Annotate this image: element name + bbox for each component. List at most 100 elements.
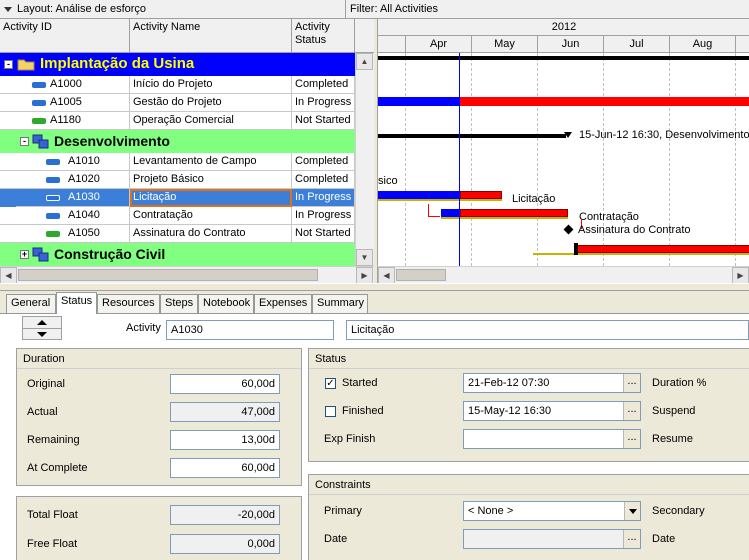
total-float-field: -20,00d bbox=[170, 505, 280, 525]
dropdown-button[interactable] bbox=[624, 502, 640, 520]
duration-title: Duration bbox=[17, 349, 301, 369]
wbs-row-implantacao[interactable]: - Implantação da Usina bbox=[0, 53, 355, 76]
tab-status[interactable]: Status bbox=[56, 292, 97, 314]
activity-name-cell[interactable]: Licitação bbox=[130, 189, 292, 207]
activity-bar-icon bbox=[46, 177, 60, 183]
table-row[interactable]: A1000 Início do Projeto Completed bbox=[0, 76, 355, 94]
suspend-label: Suspend bbox=[652, 405, 696, 417]
at-complete-label: At Complete bbox=[27, 462, 88, 474]
constraint-date-field[interactable] bbox=[463, 529, 641, 549]
tab-notebook[interactable]: Notebook bbox=[198, 294, 254, 313]
scroll-right-icon[interactable]: ▶ bbox=[732, 267, 749, 284]
started-date-field[interactable]: 21-Feb-12 07:30 bbox=[463, 373, 641, 393]
actual-bar[interactable] bbox=[441, 209, 460, 217]
activity-name-cell: Projeto Básico bbox=[130, 171, 292, 189]
actual-label: Actual bbox=[27, 406, 58, 418]
remaining-bar[interactable] bbox=[460, 97, 749, 106]
relationship-line bbox=[428, 216, 440, 217]
date-picker-button[interactable]: ... bbox=[623, 430, 640, 448]
table-row[interactable]: A1020 Projeto Básico Completed bbox=[0, 171, 355, 189]
activity-status-cell: Completed bbox=[292, 153, 355, 171]
date-picker-button[interactable]: ... bbox=[623, 530, 640, 548]
gantt-year-header: 2012 bbox=[378, 19, 749, 36]
activity-id-cell: A1020 bbox=[16, 171, 130, 189]
primary-constraint-select[interactable]: < None > bbox=[463, 501, 641, 521]
activity-name-field[interactable]: Licitação bbox=[346, 320, 749, 340]
relationship-line bbox=[428, 204, 429, 216]
remaining-duration-field[interactable]: 13,00d bbox=[170, 430, 280, 450]
column-header-activity-name[interactable]: Activity Name bbox=[130, 19, 292, 53]
column-header-activity-id[interactable]: Activity ID bbox=[0, 19, 130, 53]
wbs-summary-bar[interactable] bbox=[378, 56, 749, 60]
milestone-marker[interactable] bbox=[563, 224, 574, 235]
gantt-label-contratacao: Contratação bbox=[579, 211, 639, 223]
activity-status-cell: Not Started bbox=[292, 225, 355, 243]
tab-steps[interactable]: Steps bbox=[160, 294, 198, 313]
gantt-horizontal-scrollbar[interactable]: ◀ ▶ bbox=[377, 266, 749, 284]
finished-checkbox[interactable] bbox=[325, 406, 336, 417]
scroll-left-icon[interactable]: ◀ bbox=[0, 267, 17, 284]
chevron-down-icon bbox=[629, 509, 637, 514]
table-row[interactable]: A1005 Gestão do Projeto In Progress bbox=[0, 94, 355, 112]
collapse-icon[interactable]: - bbox=[4, 60, 13, 69]
baseline-bar bbox=[533, 253, 749, 255]
scroll-up-icon[interactable]: ▲ bbox=[356, 53, 373, 70]
tab-general[interactable]: General bbox=[6, 294, 56, 313]
table-row[interactable]: A1010 Levantamento de Campo Completed bbox=[0, 153, 355, 171]
scroll-right-icon[interactable]: ▶ bbox=[356, 267, 373, 284]
tab-resources[interactable]: Resources bbox=[97, 294, 160, 313]
expand-icon[interactable]: + bbox=[20, 250, 29, 259]
collapse-icon[interactable]: - bbox=[20, 137, 29, 146]
remaining-bar[interactable] bbox=[460, 191, 502, 199]
column-header-activity-status[interactable]: Activity Status bbox=[292, 19, 355, 53]
at-complete-duration-field[interactable]: 60,00d bbox=[170, 458, 280, 478]
scroll-left-icon[interactable]: ◀ bbox=[378, 267, 395, 284]
tab-summary[interactable]: Summary bbox=[312, 294, 368, 313]
activity-name-cell: Contratação bbox=[130, 207, 292, 225]
gantt-label-projeto-basico: sico bbox=[378, 175, 398, 187]
grid-vertical-scrollbar[interactable]: ▲ ▼ bbox=[355, 53, 374, 266]
wbs-icon bbox=[32, 247, 49, 262]
grid-horizontal-scrollbar[interactable]: ◀ ▶ bbox=[0, 266, 374, 284]
table-row-selected[interactable]: A1030 Licitação In Progress bbox=[0, 189, 355, 207]
remaining-bar[interactable] bbox=[460, 209, 568, 217]
date-picker-button[interactable]: ... bbox=[623, 374, 640, 392]
status-panel: Activity A1030 Licitação Duration Origin… bbox=[0, 313, 749, 560]
status-title: Status bbox=[309, 349, 749, 369]
activity-status-cell: In Progress bbox=[292, 94, 355, 112]
scroll-down-icon[interactable]: ▼ bbox=[356, 249, 373, 266]
top-toolbar: Layout: Análise de esforço Filter: All A… bbox=[0, 0, 749, 19]
actual-bar[interactable] bbox=[378, 97, 460, 106]
filter-label[interactable]: Filter: All Activities bbox=[346, 0, 749, 18]
started-checkbox[interactable]: ✓ bbox=[325, 378, 336, 389]
wbs-row-construcao-civil[interactable]: + Construção Civil bbox=[0, 243, 355, 266]
wbs-name: Implantação da Usina bbox=[40, 55, 195, 72]
activity-id-field[interactable]: A1030 bbox=[166, 320, 334, 340]
tab-expenses[interactable]: Expenses bbox=[254, 294, 312, 313]
activity-name-cell: Assinatura do Contrato bbox=[130, 225, 292, 243]
table-row[interactable]: A1180 Operação Comercial Not Started bbox=[0, 112, 355, 130]
actual-bar[interactable] bbox=[378, 191, 460, 199]
scroll-thumb[interactable] bbox=[396, 269, 446, 281]
date-picker-button[interactable]: ... bbox=[623, 402, 640, 420]
finished-date-field[interactable]: 15-May-12 16:30 bbox=[463, 401, 641, 421]
pane-splitter[interactable] bbox=[0, 283, 749, 291]
wbs-row-desenvolvimento[interactable]: - Desenvolvimento bbox=[0, 130, 355, 153]
original-duration-field[interactable]: 60,00d bbox=[170, 374, 280, 394]
activity-bar-icon bbox=[32, 100, 46, 106]
layout-selector[interactable]: Layout: Análise de esforço bbox=[0, 0, 346, 18]
activity-status-cell: In Progress bbox=[292, 189, 355, 207]
wbs-summary-bar[interactable] bbox=[378, 134, 566, 138]
activity-id-cell: A1040 bbox=[16, 207, 130, 225]
gridline bbox=[735, 53, 736, 266]
next-record-icon[interactable] bbox=[37, 332, 47, 337]
scroll-thumb[interactable] bbox=[18, 269, 318, 281]
finished-label: Finished bbox=[342, 405, 384, 417]
remaining-bar[interactable] bbox=[574, 245, 749, 253]
wbs-name: Construção Civil bbox=[54, 246, 166, 262]
previous-record-icon[interactable] bbox=[37, 320, 47, 325]
month-jun: Jun bbox=[537, 36, 603, 53]
exp-finish-field[interactable] bbox=[463, 429, 641, 449]
table-row[interactable]: A1040 Contratação In Progress bbox=[0, 207, 355, 225]
table-row[interactable]: A1050 Assinatura do Contrato Not Started bbox=[0, 225, 355, 243]
